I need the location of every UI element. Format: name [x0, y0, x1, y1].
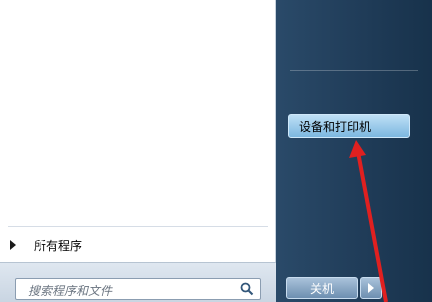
right-item-computer[interactable]: 计算机: [10, 36, 144, 60]
search-icon: [240, 282, 254, 296]
separator: [8, 226, 268, 227]
right-item-games[interactable]: 游戏: [10, 1, 144, 25]
separator: [290, 70, 418, 71]
shutdown-label: 关机: [309, 281, 334, 296]
right-item-run[interactable]: 运行...: [10, 231, 144, 255]
start-menu-places: [276, 0, 432, 302]
search-placeholder: 搜索程序和文件: [28, 284, 113, 298]
shutdown-button[interactable]: 关机: [286, 277, 358, 299]
search-input[interactable]: 搜索程序和文件: [15, 278, 261, 300]
right-item-devices-and-printers[interactable]: 设备和打印机: [288, 114, 410, 138]
right-item-control-panel[interactable]: 控制面板: [10, 78, 144, 102]
shutdown-options-button[interactable]: [360, 277, 382, 299]
right-item-help-and-support[interactable]: 帮助和支持: [10, 192, 144, 216]
chevron-right-icon: [368, 283, 374, 293]
right-item-default-programs[interactable]: 默认程序: [10, 153, 144, 177]
